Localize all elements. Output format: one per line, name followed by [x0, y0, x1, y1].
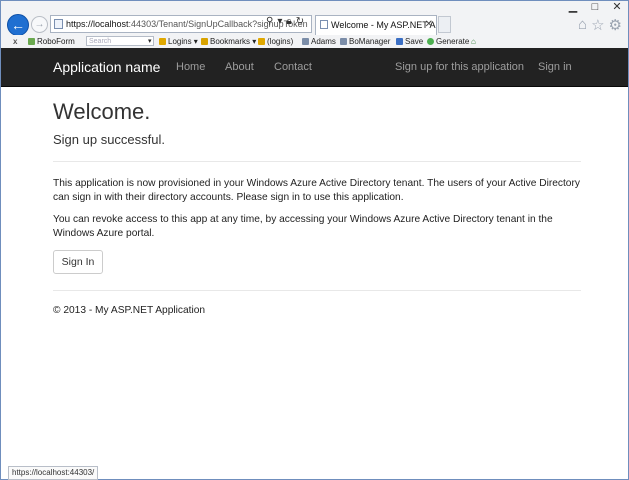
divider	[53, 161, 581, 162]
close-icon[interactable]: ✕	[610, 2, 624, 13]
logins-label: Logins	[168, 37, 192, 46]
home-icon[interactable]: ⌂	[578, 16, 587, 34]
arrow-left-icon: ←	[11, 17, 25, 33]
footer-divider	[53, 290, 581, 291]
page-subtitle: Sign up successful.	[53, 132, 166, 147]
brand-link[interactable]: Application name	[53, 59, 160, 75]
roboform-icon	[28, 38, 35, 45]
gear-icon[interactable]: ⚙	[609, 16, 622, 34]
favbar-close-icon[interactable]: x	[13, 36, 17, 47]
roboform-button[interactable]: RoboForm	[28, 36, 75, 47]
save-icon	[396, 38, 403, 45]
nav-about[interactable]: About	[225, 61, 254, 73]
home-icon[interactable]: ⌂	[471, 36, 476, 47]
refresh-icon[interactable]: ↻	[296, 16, 304, 27]
identity-icon	[340, 38, 347, 45]
identity-icon	[302, 38, 309, 45]
page-icon	[54, 19, 63, 29]
footer-text: © 2013 - My ASP.NET Application	[53, 305, 206, 316]
save-label: Save	[405, 37, 424, 46]
browser-window: ▁ □ ✕ ← → https://localhost:44303/Tenant…	[0, 0, 629, 480]
save-button[interactable]: Save	[396, 36, 423, 47]
toolbar-icons: ⌂ ☆ ⚙	[578, 16, 622, 34]
tab-close-icon[interactable]: ✕	[425, 16, 433, 34]
bookmarks-button[interactable]: Bookmarks ▾	[201, 36, 256, 47]
provisioned-paragraph: This application is now provisioned in y…	[53, 178, 580, 203]
folder-icon	[258, 38, 265, 45]
tab-title: Welcome - My ASP.NET Ap...	[331, 20, 437, 30]
star-icon[interactable]: ☆	[591, 16, 604, 34]
bookmarks-label: Bookmarks	[210, 37, 251, 46]
nav-sign-in[interactable]: Sign in	[538, 61, 572, 73]
generate-label: Generate	[436, 37, 470, 46]
nav-home[interactable]: Home	[176, 61, 205, 73]
minimize-icon[interactable]: ▁	[566, 2, 580, 13]
adams-button[interactable]: Adams	[302, 36, 336, 47]
arrow-right-icon: →	[34, 19, 45, 30]
address-icons: ⚲ ▾ 🔒︎ ↻	[266, 16, 304, 27]
logins-folder-label: (logins)	[267, 37, 294, 46]
dropdown-icon[interactable]: ▾	[277, 16, 282, 27]
maximize-icon[interactable]: □	[588, 2, 602, 13]
back-button[interactable]: ←	[7, 14, 29, 36]
adams-label: Adams	[311, 37, 336, 46]
revoke-paragraph: You can revoke access to this app at any…	[53, 214, 553, 239]
roboform-label: RoboForm	[37, 37, 75, 46]
sign-in-button[interactable]: Sign In	[53, 250, 103, 274]
page-title: Welcome.	[53, 99, 151, 124]
favorites-bar: x RoboForm Search ▾ Logins ▾ Bookmarks ▾…	[1, 35, 628, 48]
status-bar-url: https://localhost:44303/	[8, 466, 99, 480]
bomanager-button[interactable]: BoManager	[340, 36, 390, 47]
search-icon[interactable]: ⚲	[266, 16, 273, 27]
app-navbar: Application name Home About Contact Sign…	[1, 48, 628, 87]
bookmark-icon	[201, 38, 208, 45]
tab-active[interactable]: Welcome - My ASP.NET Ap... ✕	[315, 15, 437, 35]
chevron-down-icon[interactable]: ▾	[148, 36, 152, 47]
nav-contact[interactable]: Contact	[274, 61, 312, 73]
key-icon	[159, 38, 166, 45]
address-host: https://localhost	[66, 19, 129, 29]
nav-sign-up[interactable]: Sign up for this application	[395, 61, 524, 73]
roboform-search-input[interactable]: Search	[86, 36, 154, 46]
new-tab-button[interactable]	[438, 16, 451, 33]
generate-button[interactable]: Generate	[427, 36, 469, 47]
tab-favicon-icon	[320, 20, 328, 29]
generate-icon	[427, 38, 434, 45]
window-controls: ▁ □ ✕	[566, 2, 624, 13]
forward-button[interactable]: →	[31, 16, 48, 33]
bomanager-label: BoManager	[349, 37, 391, 46]
lock-icon[interactable]: 🔒︎	[286, 16, 291, 27]
logins-folder-button[interactable]: (logins)	[258, 36, 293, 47]
logins-button[interactable]: Logins ▾	[159, 36, 198, 47]
